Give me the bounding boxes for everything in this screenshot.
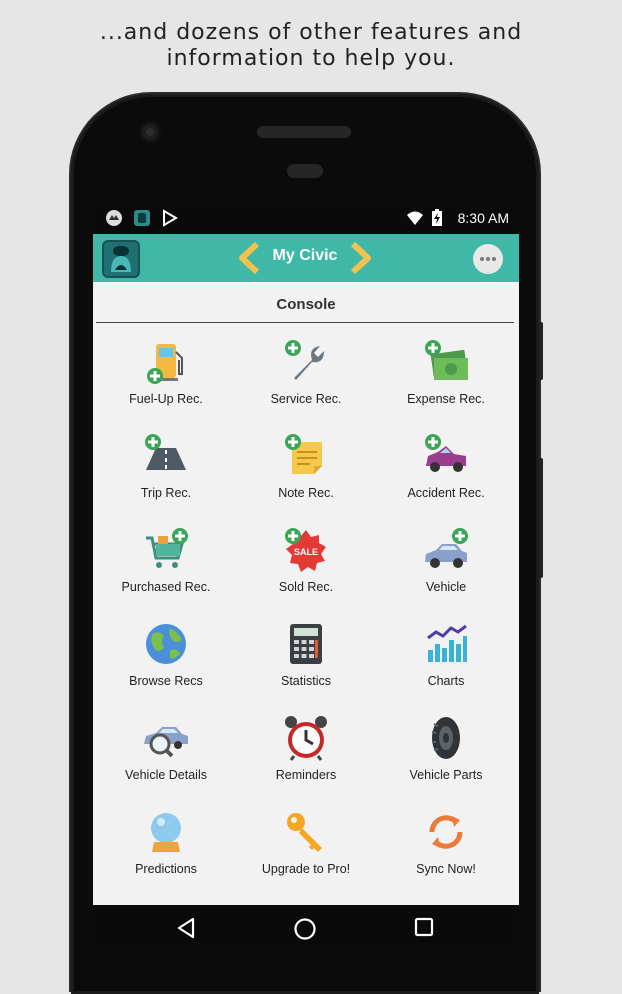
front-camera [142, 124, 158, 140]
sync-icon [429, 815, 463, 849]
battery-charging-icon [432, 209, 442, 226]
play-store-icon [163, 209, 178, 227]
tire-icon [431, 717, 460, 759]
tile-label: Vehicle Parts [409, 768, 483, 782]
more-options-button[interactable] [473, 244, 503, 274]
tile-vehicle-parts[interactable]: Vehicle Parts [376, 714, 516, 808]
app-logo-icon [111, 246, 131, 272]
tile-label: Upgrade to Pro! [261, 862, 351, 876]
tile-expense[interactable]: Expense Rec. [376, 338, 516, 432]
tile-label: Service Rec. [270, 392, 342, 406]
tile-sold[interactable]: SALE Sold Rec. [236, 526, 376, 620]
back-icon[interactable] [175, 917, 197, 939]
tile-service[interactable]: Service Rec. [236, 338, 376, 432]
tile-label: Browse Recs [129, 674, 203, 688]
phone-volume-button [539, 458, 543, 578]
wrench-add-icon [285, 340, 324, 380]
tile-label: Vehicle [425, 580, 467, 594]
proximity-sensor [287, 164, 323, 178]
tile-upgrade[interactable]: Upgrade to Pro! [236, 808, 376, 902]
tile-browse[interactable]: Browse Recs [96, 620, 236, 714]
note-add-icon [285, 434, 322, 474]
app-logo[interactable] [102, 240, 140, 278]
next-vehicle-icon[interactable] [349, 242, 373, 274]
earpiece-speaker [257, 126, 351, 138]
more-options-dot [486, 257, 490, 261]
home-icon[interactable] [293, 917, 317, 941]
key-icon [287, 813, 322, 852]
more-options-dot [492, 257, 496, 261]
wifi-icon [407, 211, 423, 225]
tile-trip[interactable]: Trip Rec. [96, 432, 236, 526]
road-add-icon [145, 434, 186, 470]
tile-label: Accident Rec. [407, 486, 485, 500]
tile-vehicle-details[interactable]: Vehicle Details [96, 714, 236, 808]
car-magnifier-icon [144, 727, 188, 758]
system-nav-bar [93, 905, 519, 948]
tile-fuel-up[interactable]: Fuel-Up Rec. [96, 338, 236, 432]
calculator-icon [290, 624, 322, 664]
sale-tag-add-icon: SALE [285, 528, 326, 572]
tile-label: Sync Now! [416, 862, 476, 876]
recents-icon[interactable] [414, 917, 434, 937]
tile-charts[interactable]: Charts [376, 620, 516, 714]
phone-side-button [539, 322, 543, 380]
tile-label: Purchased Rec. [121, 580, 211, 594]
tile-label: Sold Rec. [278, 580, 334, 594]
tile-vehicle[interactable]: Vehicle [376, 526, 516, 620]
tile-label: Note Rec. [278, 486, 334, 500]
crashed-car-add-icon [425, 434, 466, 472]
promo-line-2: information to help you. [166, 46, 456, 71]
console-divider [96, 322, 514, 323]
more-options-icon [480, 257, 484, 261]
tile-label: Trip Rec. [140, 486, 192, 500]
status-bar: 8:30 AM [93, 202, 519, 234]
fuel-pump-add-icon [147, 344, 183, 384]
tile-label: Statistics [280, 674, 331, 688]
tile-sync[interactable]: Sync Now! [376, 808, 516, 902]
tile-statistics[interactable]: Statistics [236, 620, 376, 714]
app-logo-icon [134, 210, 150, 226]
vehicle-name[interactable]: My Civic [263, 247, 347, 265]
tile-purchased[interactable]: Purchased Rec. [96, 526, 236, 620]
svg-text:SALE: SALE [294, 547, 318, 557]
tile-label: Charts [427, 674, 465, 688]
alarm-clock-icon [285, 716, 327, 761]
tile-label: Fuel-Up Rec. [129, 392, 203, 406]
globe-icon [146, 624, 186, 664]
console-title: Console [276, 296, 336, 313]
phone-screen: 8:30 AM My Civic Console Fuel-Up Rec. Se… [93, 202, 519, 948]
previous-vehicle-icon[interactable] [237, 242, 261, 274]
bar-chart-icon [427, 624, 467, 662]
money-add-icon [425, 340, 468, 380]
cart-add-icon [146, 528, 188, 568]
tile-label: Reminders [275, 768, 337, 782]
app-bar: My Civic [93, 234, 519, 282]
tile-reminders[interactable]: Reminders [236, 714, 376, 808]
tile-label: Expense Rec. [407, 392, 485, 406]
tile-accident[interactable]: Accident Rec. [376, 432, 516, 526]
tile-note[interactable]: Note Rec. [236, 432, 376, 526]
tile-label: Predictions [135, 862, 197, 876]
tile-predictions[interactable]: Predictions [96, 808, 236, 902]
status-time: 8:30 AM [457, 210, 509, 226]
crystal-ball-icon [151, 813, 181, 852]
promo-headline: ...and dozens of other features and info… [0, 20, 622, 72]
tile-label: Vehicle Details [125, 768, 207, 782]
car-add-icon [425, 528, 468, 568]
promo-line-1: ...and dozens of other features and [99, 20, 523, 45]
app-notification-icon [106, 210, 122, 226]
